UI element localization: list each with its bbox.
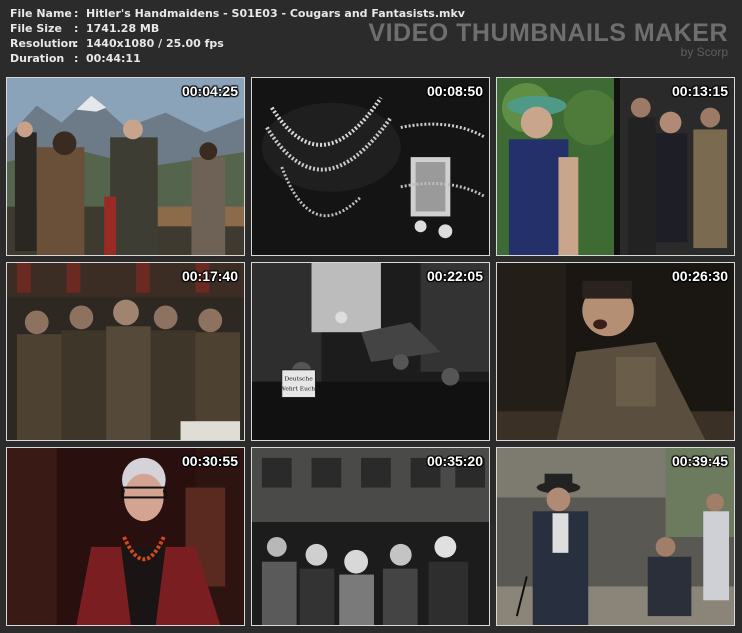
timestamp: 00:22:05 [426, 268, 483, 284]
timestamp: 00:13:15 [671, 83, 728, 99]
sign-text-line2: Wehrt Euch! [280, 386, 318, 393]
thumbnail-4[interactable]: 00:17:40 [6, 262, 245, 441]
mountain-terrace-image [7, 78, 244, 255]
timestamp: 00:08:50 [426, 83, 483, 99]
thumbnail-5[interactable]: Deutsche Wehrt Euch! 00:22:05 [251, 262, 490, 441]
thumbnail-2[interactable]: 00:08:50 [251, 77, 490, 256]
thumbnail-6[interactable]: 00:26:30 [496, 262, 735, 441]
sign-text-line1: Deutsche [284, 376, 313, 383]
timestamp: 00:26:30 [671, 268, 728, 284]
timestamp: 00:30:55 [181, 453, 238, 469]
street-sign-image: Deutsche Wehrt Euch! [252, 263, 489, 440]
thumbnail-grid: 00:04:25 00:08:50 00:13:15 00:17:40 Deut… [0, 0, 742, 633]
thumbnail-8[interactable]: 00:35:20 [251, 447, 490, 626]
timestamp: 00:17:40 [181, 268, 238, 284]
timestamp: 00:39:45 [671, 453, 728, 469]
street-gentleman-image [497, 448, 734, 625]
thumbnail-3[interactable]: 00:13:15 [496, 77, 735, 256]
timestamp: 00:35:20 [426, 453, 483, 469]
garden-crowd-image [497, 78, 734, 255]
thumbnail-7[interactable]: 00:30:55 [6, 447, 245, 626]
jewelry-image [252, 78, 489, 255]
thumbnail-1[interactable]: 00:04:25 [6, 77, 245, 256]
uniformed-crowd-image [7, 263, 244, 440]
speech-image [497, 263, 734, 440]
thumbnail-9[interactable]: 00:39:45 [496, 447, 735, 626]
street-crowd-image [252, 448, 489, 625]
interview-image [7, 448, 244, 625]
timestamp: 00:04:25 [181, 83, 238, 99]
